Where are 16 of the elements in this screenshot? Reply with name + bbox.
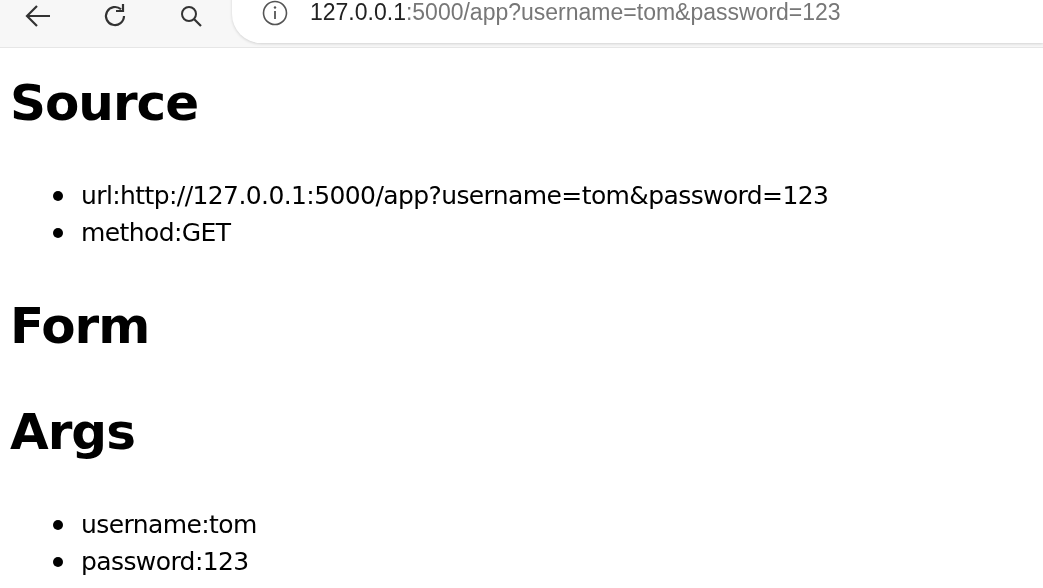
bullet-icon <box>53 556 63 567</box>
list-item-text: password:123 <box>81 547 249 576</box>
bullet-icon <box>53 227 63 238</box>
address-bar[interactable]: 127.0.0.1:5000/app?username=tom&password=123 <box>232 0 1043 43</box>
list-item-text: username:tom <box>81 510 257 539</box>
section-heading: Args <box>10 402 135 463</box>
list-item-text: url:http://127.0.0.1:5000/app?username=tom&password=123 <box>81 181 829 210</box>
info-icon[interactable] <box>262 0 288 26</box>
section-heading: Form <box>10 296 150 357</box>
back-icon[interactable] <box>24 3 52 28</box>
list-item-text: method:GET <box>81 218 231 247</box>
search-icon[interactable] <box>179 3 203 28</box>
bullet-icon <box>53 519 63 530</box>
url-text: 127.0.0.1:5000/app?username=tom&password=123 <box>310 0 841 26</box>
section-heading: Source <box>10 73 199 134</box>
bullet-icon <box>53 190 63 201</box>
